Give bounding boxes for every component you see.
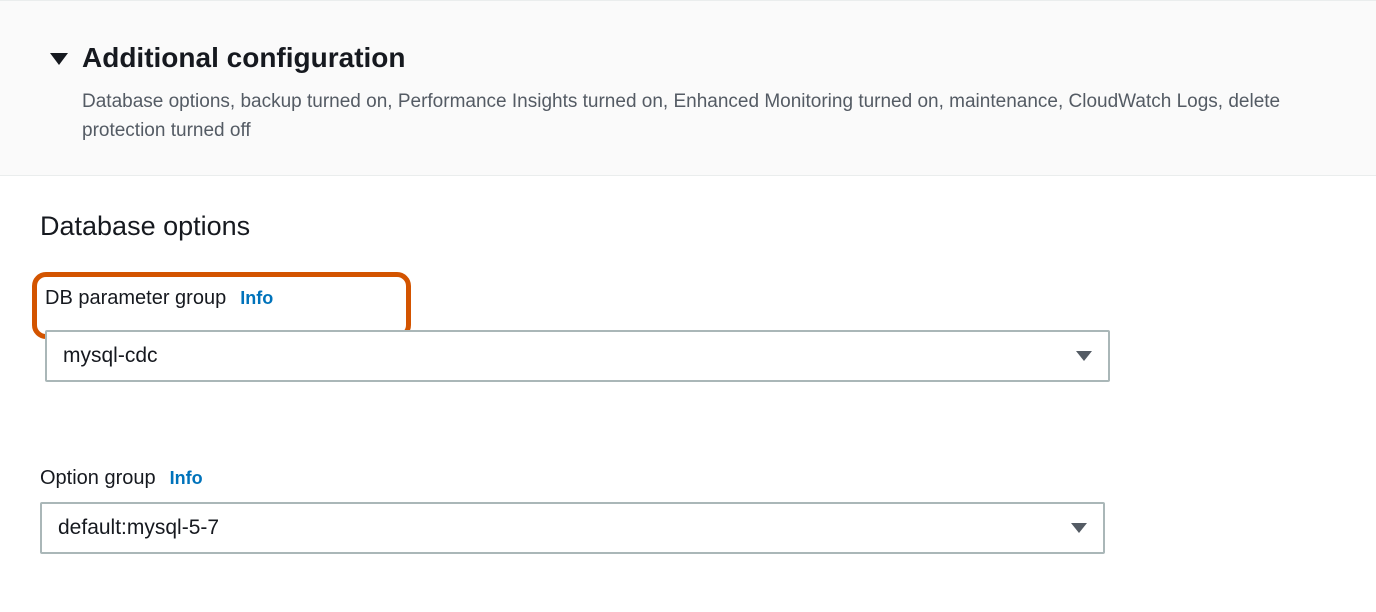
db-parameter-group-value: mysql-cdc [63, 344, 158, 368]
option-group-field: Option group Info default:mysql-5-7 [40, 467, 1376, 554]
additional-configuration-header: Additional configuration Database option… [0, 0, 1376, 176]
additional-configuration-description: Database options, backup turned on, Perf… [82, 87, 1282, 146]
db-parameter-group-field: DB parameter group Info mysql-cdc [40, 272, 1376, 439]
expandable-header-row[interactable]: Additional configuration Database option… [50, 41, 1336, 145]
caret-down-icon [50, 53, 68, 65]
option-group-info-link[interactable]: Info [170, 468, 203, 489]
option-group-select[interactable]: default:mysql-5-7 [40, 502, 1105, 554]
database-options-section: Database options DB parameter group Info… [0, 176, 1376, 612]
database-options-title: Database options [40, 211, 1376, 242]
additional-configuration-title: Additional configuration [82, 41, 1336, 75]
db-parameter-group-info-link[interactable]: Info [240, 288, 273, 309]
option-group-value: default:mysql-5-7 [58, 516, 219, 540]
db-parameter-group-highlight: DB parameter group Info mysql-cdc [32, 272, 411, 339]
db-parameter-group-select[interactable]: mysql-cdc [45, 330, 1110, 382]
option-group-label: Option group [40, 467, 156, 490]
db-parameter-group-label: DB parameter group [45, 287, 226, 310]
